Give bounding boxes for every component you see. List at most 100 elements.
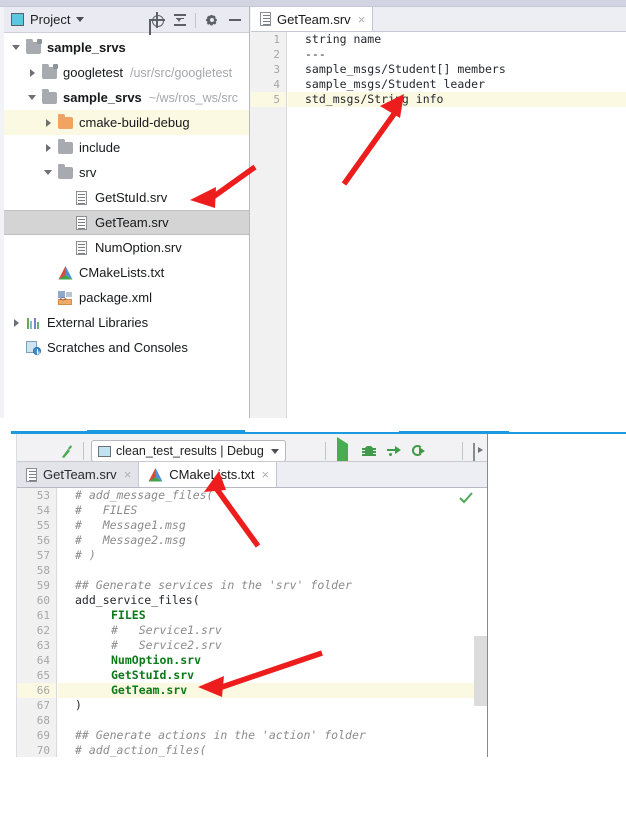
close-icon[interactable]: × [124, 468, 132, 481]
tab-cmakelists-txt[interactable]: CMakeLists.txt × [139, 462, 278, 487]
tree-item-scratches-and-consoles[interactable]: Scratches and Consoles [4, 335, 249, 360]
toolbar-divider [325, 442, 326, 460]
minimize-icon [228, 19, 241, 21]
collapse-all-button[interactable] [169, 10, 190, 31]
rerun-button[interactable] [412, 444, 427, 460]
tree-item-icon [40, 88, 58, 104]
build-wrench-icon[interactable] [61, 444, 73, 458]
tree-item-include[interactable]: include [4, 135, 249, 160]
tree-item-icon [24, 340, 42, 355]
tree-item-label: sample_srvs [47, 40, 126, 55]
tree-item-cmake-build-debug[interactable]: cmake-build-debug [4, 110, 249, 135]
close-icon[interactable]: × [262, 468, 270, 481]
code-token: NumOption.srv [111, 653, 202, 667]
run-with-coverage-button[interactable] [387, 444, 402, 460]
debug-button[interactable] [362, 444, 377, 460]
editor-code-area[interactable]: 1 2 3 45 string name --- sample_msgs/Student[… [251, 32, 626, 418]
line-number: 67 [36, 699, 50, 712]
close-icon[interactable]: × [358, 13, 366, 26]
expand-arrow-icon[interactable] [24, 95, 40, 100]
tree-item-getstuid-srv[interactable]: GetStuId.srv [4, 185, 249, 210]
toolbar-divider [462, 442, 463, 460]
show-console-button[interactable] [473, 443, 487, 461]
code-line: std_msgs/String info [288, 92, 626, 107]
collapse-arrow-icon[interactable] [8, 319, 24, 327]
line-number: 66 [17, 683, 56, 698]
chevron-down-icon[interactable] [76, 17, 85, 22]
tree-item-label: sample_srvs [63, 90, 142, 105]
folder-icon [57, 163, 73, 179]
line-number: 58 [36, 564, 50, 577]
code-content[interactable]: string name --- sample_msgs/Student[] memb… [288, 32, 626, 107]
expand-arrow-icon[interactable] [40, 170, 56, 175]
collapse-all-icon [173, 13, 187, 27]
code-content[interactable]: # add_message_files(# FILES # Message1.ms… [58, 488, 487, 757]
locate-icon [148, 12, 165, 28]
vertical-scrollbar[interactable] [474, 636, 487, 706]
line-number: 55 [36, 519, 50, 532]
tab-getteam-srv[interactable]: GetTeam.srv × [251, 7, 374, 31]
chevron-down-icon[interactable] [270, 448, 279, 454]
collapse-arrow-icon[interactable] [40, 119, 56, 127]
code-line: add_service_files( [58, 593, 487, 608]
line-number: 60 [36, 594, 50, 607]
code-token: ## Generate services in the 'srv' folder [75, 578, 352, 592]
code-line: string name [305, 32, 382, 46]
tree-item-srv[interactable]: srv [4, 160, 249, 185]
folder-orange-icon [57, 113, 73, 129]
tree-item-icon [72, 215, 90, 230]
settings-button[interactable] [201, 10, 222, 31]
tab-file-icon [26, 467, 37, 482]
stop-button[interactable] [437, 444, 452, 460]
locate-button[interactable] [146, 10, 167, 31]
srv-file-icon [26, 467, 37, 482]
project-panel-actions [146, 7, 245, 33]
tree-item-label: NumOption.srv [95, 240, 182, 255]
line-number: 4 [273, 78, 280, 91]
toolbar-divider [83, 442, 84, 460]
run-configuration-selector[interactable]: clean_test_results | Debug [91, 440, 286, 461]
code-line: FILES [58, 608, 487, 623]
bottom-screenshot-region: clean_test_results | Debug GetTeam.srv ×… [0, 434, 626, 839]
line-number: 1 [273, 33, 280, 46]
tree-item-getteam-srv[interactable]: GetTeam.srv [4, 210, 249, 235]
tree-item-icon [24, 38, 42, 54]
tree-item-external-libraries[interactable]: External Libraries [4, 310, 249, 335]
gear-icon [205, 13, 219, 27]
line-number: 54 [36, 504, 50, 517]
bottom-editor-code-area[interactable]: 53 54 55 56 57 58 59 60 61 62 63 64 65 66 67 68 69 70 # a… [17, 488, 487, 757]
collapse-arrow-icon[interactable] [40, 144, 56, 152]
code-token: # Service2.srv [111, 638, 222, 652]
run-button[interactable] [337, 437, 352, 461]
tree-item-sample-srvs[interactable]: sample_srvs [4, 35, 249, 60]
tree-item-googletest[interactable]: googletest/usr/src/googletest [4, 60, 249, 85]
tab-getteam-srv[interactable]: GetTeam.srv × [17, 462, 140, 487]
code-line: # add_message_files( [58, 488, 487, 503]
tree-item-sample-srvs[interactable]: sample_srvs ~/ws/ros_ws/src [4, 85, 249, 110]
tree-item-label: External Libraries [47, 315, 149, 330]
tree-item-numoption-srv[interactable]: NumOption.srv [4, 235, 249, 260]
hide-panel-button[interactable] [224, 10, 245, 31]
project-panel-title[interactable]: Project [30, 12, 70, 27]
expand-arrow-icon[interactable] [8, 45, 24, 50]
line-number-gutter[interactable]: 53 54 55 56 57 58 59 60 61 62 63 64 65 66 67 68 69 70 [17, 488, 57, 757]
line-number-empty [251, 107, 286, 122]
code-line: # Message2.msg [58, 533, 487, 548]
line-number-empty [251, 197, 286, 212]
run-config-label: clean_test_results | Debug [116, 444, 264, 458]
run-config-icon [98, 445, 111, 457]
project-panel-header: Project [4, 7, 249, 33]
line-number: 59 [36, 579, 50, 592]
code-token: GetStuId.srv [111, 668, 195, 682]
line-number-gutter[interactable]: 1 2 3 45 [251, 32, 287, 418]
tab-bar-filler [277, 462, 487, 487]
tree-item-package-xml[interactable]: package.xml [4, 285, 249, 310]
folder-icon [57, 138, 73, 154]
tree-item-cmakelists-txt[interactable]: CMakeLists.txt [4, 260, 249, 285]
line-number: 56 [36, 534, 50, 547]
collapse-arrow-icon[interactable] [24, 69, 40, 77]
code-line: # Service2.srv [58, 638, 487, 653]
xml-file-icon [57, 290, 73, 305]
project-window-icon [11, 13, 24, 26]
ok-check-icon[interactable] [459, 491, 473, 504]
